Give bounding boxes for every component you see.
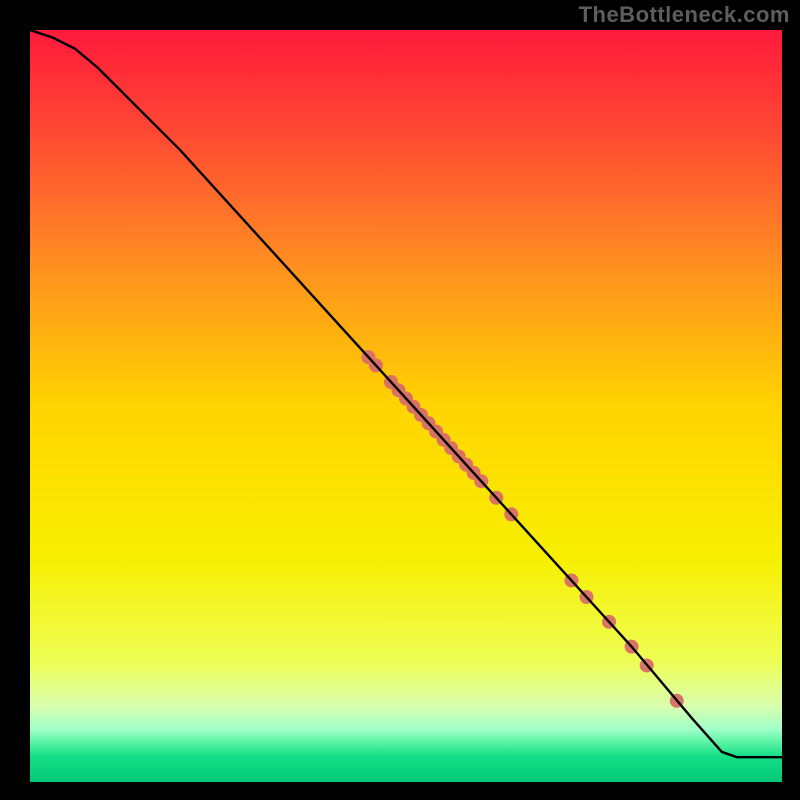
watermark-label: TheBottleneck.com bbox=[579, 2, 790, 28]
plot-background bbox=[30, 30, 782, 782]
chart-frame: TheBottleneck.com bbox=[0, 0, 800, 800]
chart-canvas bbox=[0, 0, 800, 800]
